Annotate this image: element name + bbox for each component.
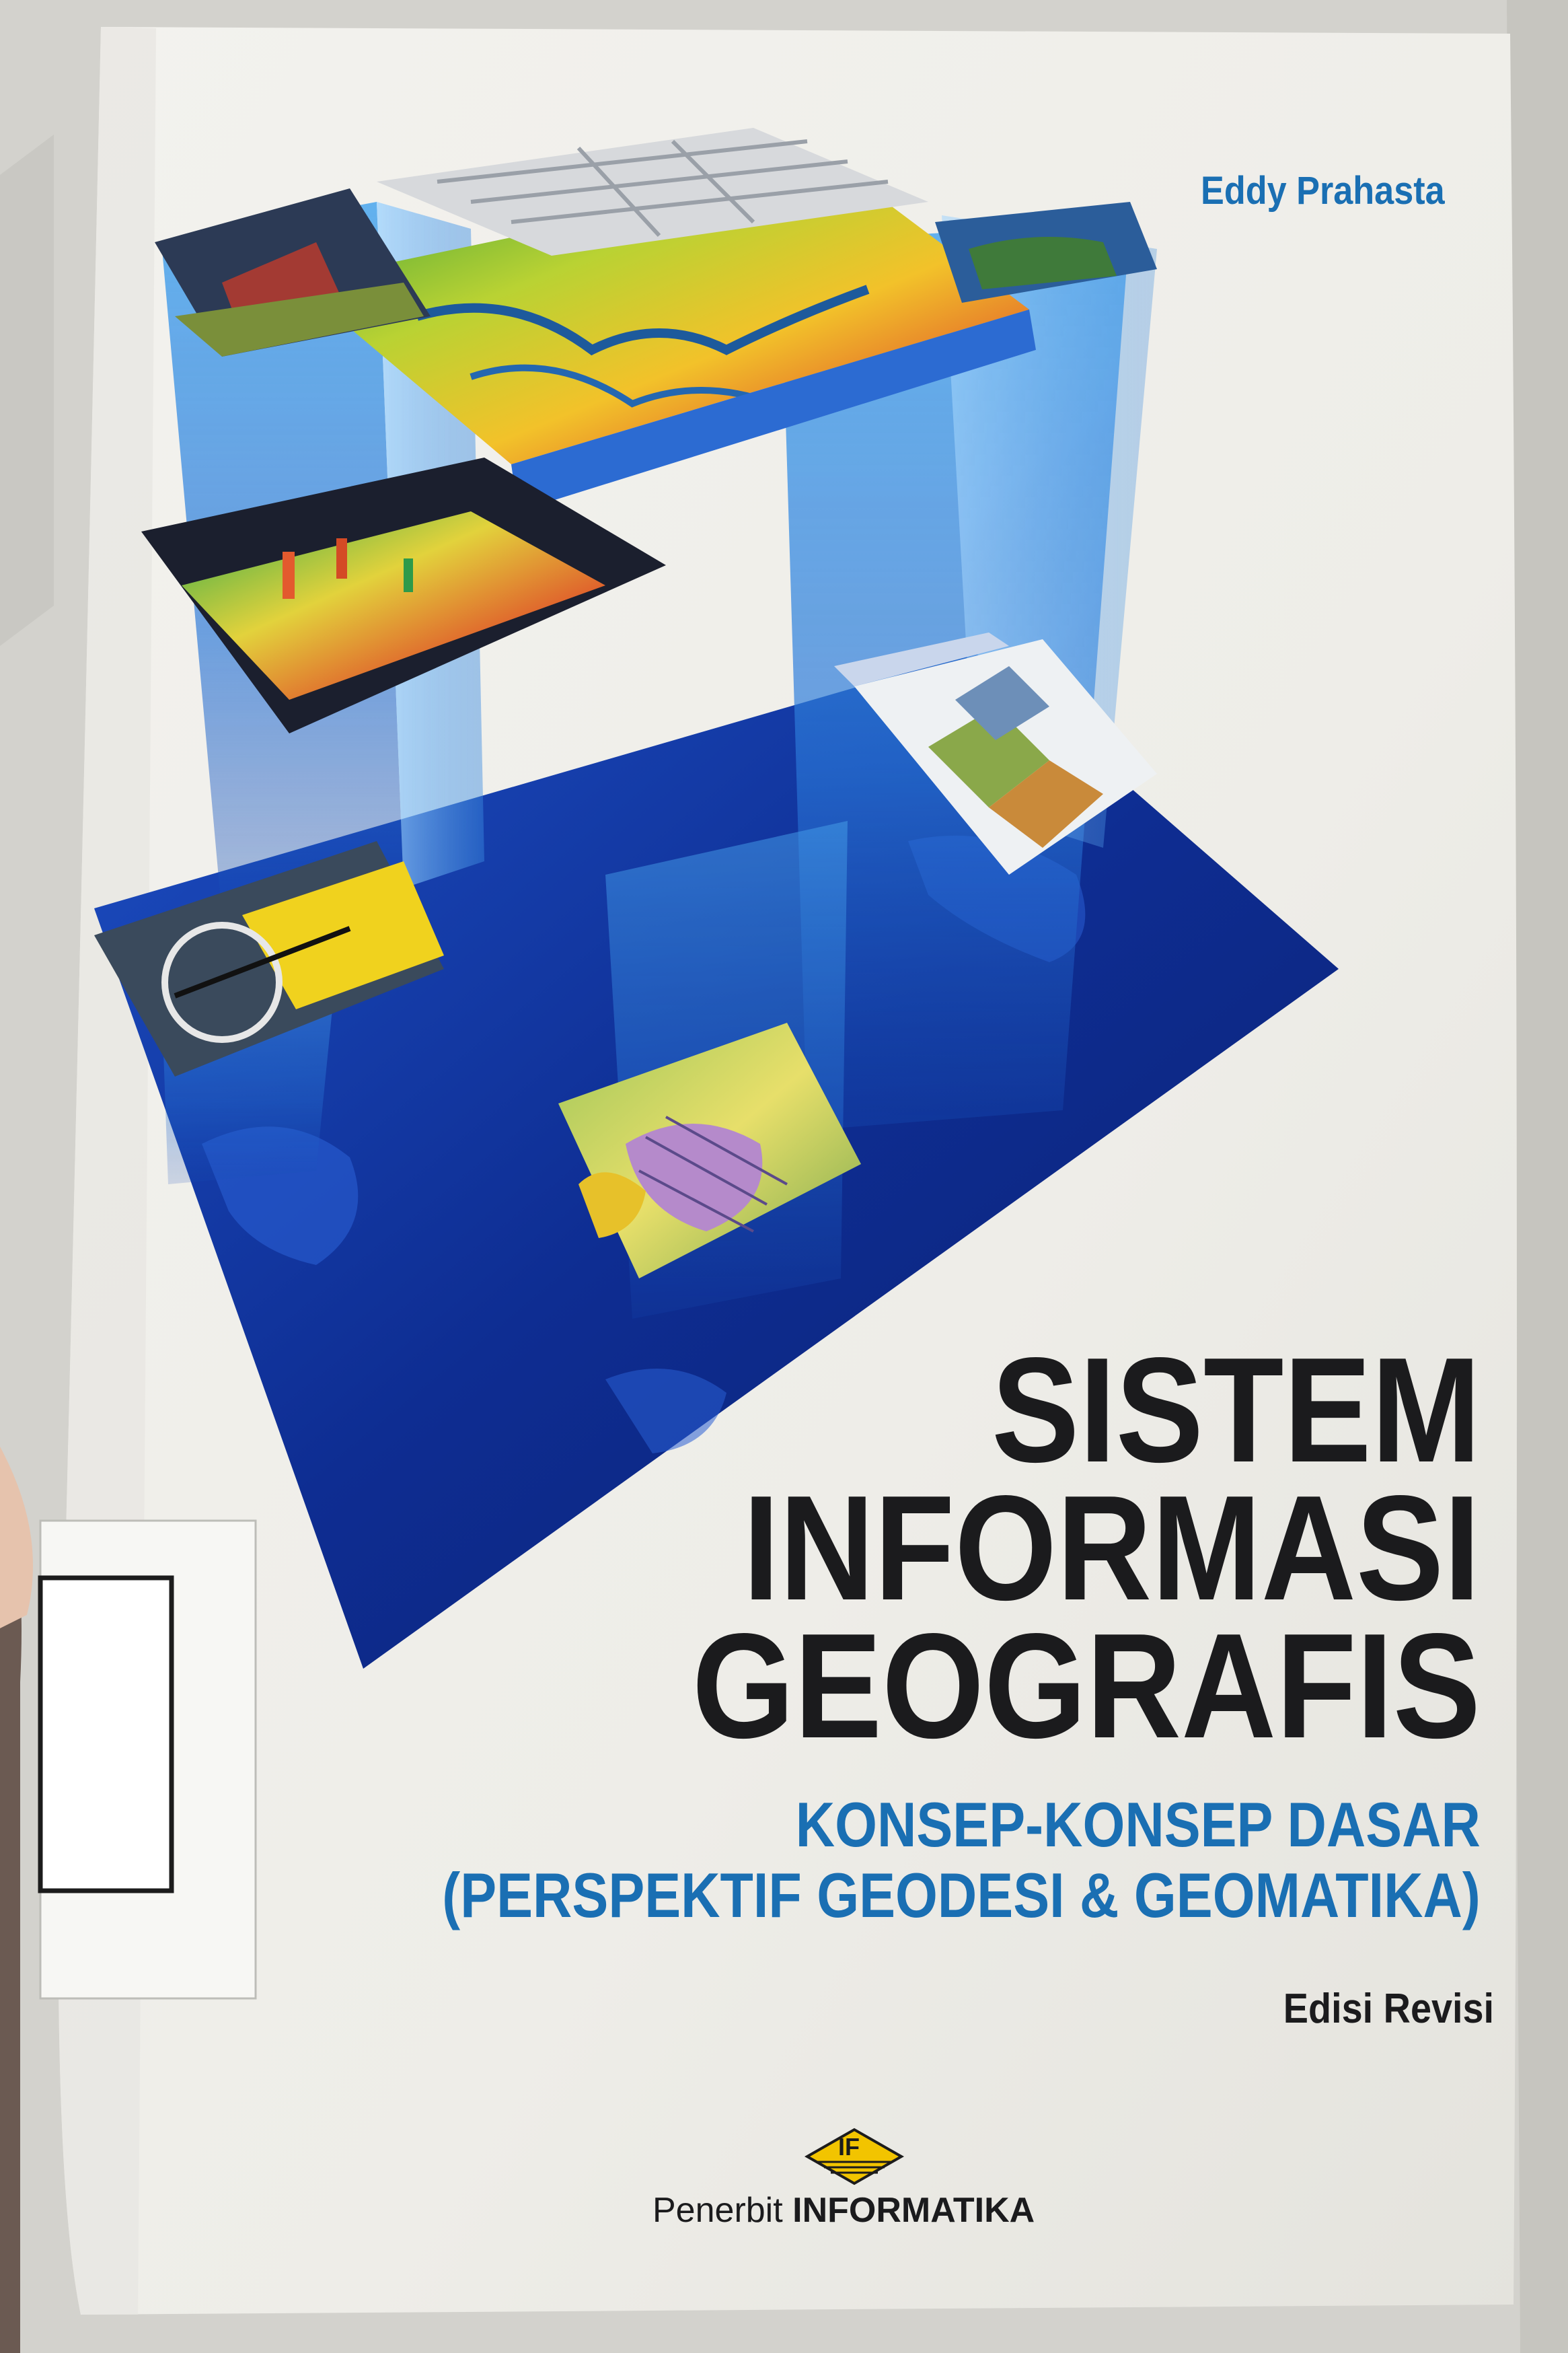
- subtitle-line-2: (PERSPEKTIF GEODESI & GEOMATIKA): [442, 1860, 1481, 1930]
- subtitle-line-1: KONSEP-KONSEP DASAR: [795, 1789, 1481, 1860]
- author-name: Eddy Prahasta: [1201, 169, 1445, 213]
- publisher-name: INFORMATIKA: [792, 2191, 1035, 2230]
- logo-mark-text: IF: [838, 2133, 860, 2161]
- publisher-line: Penerbit INFORMATIKA: [652, 2190, 1035, 2231]
- title-line-3: GEOGRAFIS: [692, 1603, 1481, 1770]
- title-line-1: SISTEM: [991, 1327, 1481, 1494]
- library-label-sticker: [38, 1519, 257, 2000]
- edition-label: Edisi Revisi: [1283, 1986, 1494, 2032]
- publisher-prefix: Penerbit: [652, 2191, 783, 2230]
- title-line-2: INFORMASI: [743, 1465, 1481, 1632]
